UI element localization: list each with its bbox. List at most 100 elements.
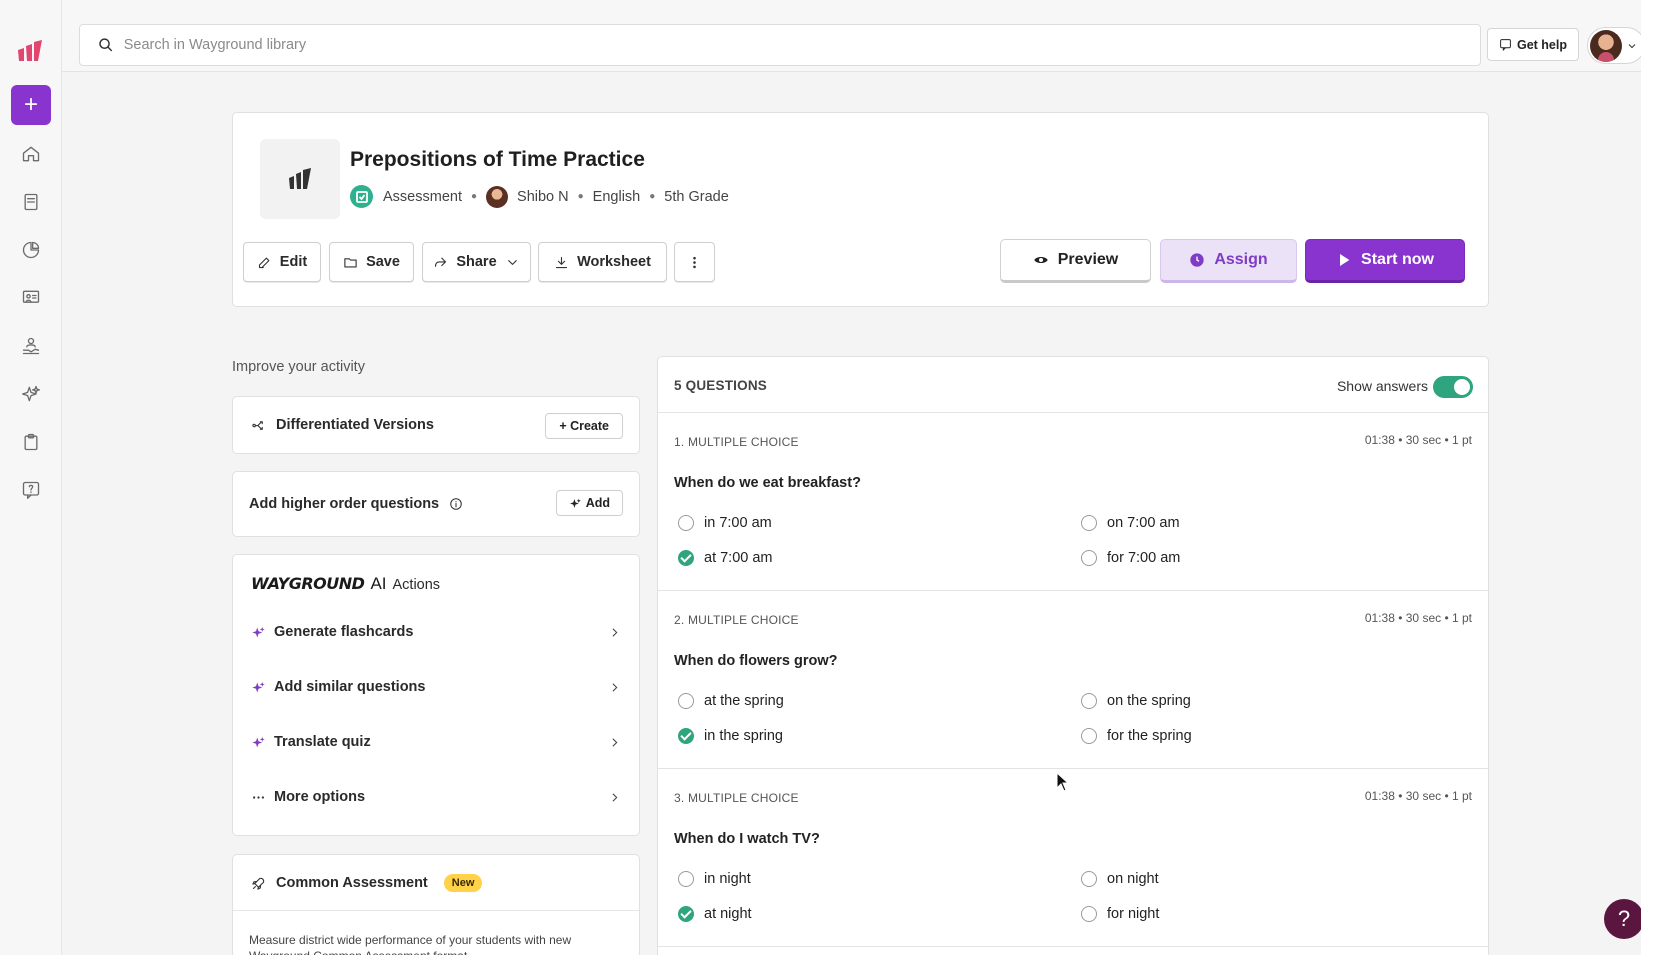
assign-label: Assign xyxy=(1214,251,1268,268)
check-circle-icon xyxy=(678,906,694,922)
option-label: on the spring xyxy=(1107,693,1191,709)
option-label: for night xyxy=(1107,906,1160,922)
answer-option: for 7:00 am xyxy=(1081,550,1180,566)
question-type: 3. MULTIPLE CHOICE xyxy=(674,791,799,805)
question-card[interactable]: 3. MULTIPLE CHOICE 01:38 • 30 sec • 1 pt… xyxy=(658,769,1488,947)
chevron-right-icon xyxy=(612,737,618,747)
help-fab-button[interactable]: ? xyxy=(1604,899,1641,939)
branch-icon xyxy=(252,420,263,430)
ai-actions-card: WAYGROUND AI Actions Generate flashcards… xyxy=(232,554,640,836)
option-label: in 7:00 am xyxy=(704,515,772,531)
higher-order-questions-label: Add higher order questions xyxy=(249,496,440,512)
search-box[interactable] xyxy=(79,24,1481,66)
worksheet-label: Worksheet xyxy=(577,254,651,270)
share-button[interactable]: Share xyxy=(422,242,531,282)
option-label: for 7:00 am xyxy=(1107,550,1181,566)
assessment-icon xyxy=(350,185,373,208)
check-circle-icon xyxy=(678,728,694,744)
chat-help-icon xyxy=(1500,39,1511,51)
question-type: 1. MULTIPLE CHOICE xyxy=(674,435,799,449)
save-button[interactable]: Save xyxy=(329,242,414,282)
wayground-mark-icon xyxy=(289,168,311,189)
question-count: 5 QUESTIONS xyxy=(674,378,767,393)
sidebar-item-library[interactable] xyxy=(19,190,43,214)
home-icon xyxy=(22,146,40,162)
sparkle-icon xyxy=(252,626,265,637)
create-version-button[interactable]: + Create xyxy=(545,413,623,439)
common-assessment-card[interactable]: Common Assessment New Measure district w… xyxy=(232,854,640,955)
option-label: on 7:00 am xyxy=(1107,515,1180,531)
common-assessment-label: Common Assessment xyxy=(276,875,428,891)
answer-option: on 7:00 am xyxy=(1081,515,1180,531)
show-answers-toggle[interactable] xyxy=(1433,376,1473,398)
sidebar-item-reports[interactable] xyxy=(19,238,43,262)
differentiated-versions-card: Differentiated Versions + Create xyxy=(232,396,640,454)
edit-icon xyxy=(258,257,270,268)
edit-button[interactable]: Edit xyxy=(243,242,321,282)
question-card[interactable]: 1. MULTIPLE CHOICE 01:38 • 30 sec • 1 pt… xyxy=(658,413,1488,591)
sidebar-item-assessments[interactable] xyxy=(19,430,43,454)
clock-icon xyxy=(1190,253,1204,267)
info-icon[interactable] xyxy=(449,497,463,511)
chevron-right-icon xyxy=(612,627,618,637)
sidebar-item-home[interactable] xyxy=(19,142,43,166)
translate-quiz-action[interactable]: Translate quiz xyxy=(251,722,621,762)
quiz-meta: Assessment ● Shibo N ● English ● 5th Gra… xyxy=(350,185,729,208)
radio-icon xyxy=(1081,871,1097,887)
question-card[interactable]: 2. MULTIPLE CHOICE 01:38 • 30 sec • 1 pt… xyxy=(658,591,1488,769)
add-similar-questions-action[interactable]: Add similar questions xyxy=(251,667,621,707)
wayground-logo[interactable] xyxy=(16,40,44,62)
search-input[interactable] xyxy=(123,37,1480,53)
top-bar: Get help xyxy=(62,0,1641,72)
page-title: Prepositions of Time Practice xyxy=(350,148,645,171)
sidebar-item-feedback[interactable] xyxy=(19,478,43,502)
more-options-action[interactable]: More options xyxy=(251,777,621,817)
separator-dot: ● xyxy=(470,191,478,202)
worksheet-button[interactable]: Worksheet xyxy=(538,242,667,282)
ai-action-label: Translate quiz xyxy=(274,734,371,750)
author-avatar xyxy=(486,185,509,208)
differentiated-versions-title: Differentiated Versions xyxy=(251,417,434,433)
more-options-button[interactable] xyxy=(674,242,715,282)
sidebar-item-students[interactable] xyxy=(19,334,43,358)
answer-option: for night xyxy=(1081,906,1159,922)
radio-icon xyxy=(1081,906,1097,922)
sparkle-icon xyxy=(252,681,265,692)
answer-option-correct: at 7:00 am xyxy=(678,550,773,566)
option-label: at the spring xyxy=(704,693,784,709)
generate-flashcards-action[interactable]: Generate flashcards xyxy=(251,612,621,652)
account-menu[interactable] xyxy=(1587,27,1641,64)
share-label: Share xyxy=(456,254,497,270)
option-label: for the spring xyxy=(1107,728,1192,744)
question-text: When do we eat breakfast? xyxy=(674,475,861,491)
questions-panel: 5 QUESTIONS Show answers 1. MULTIPLE CHO… xyxy=(657,356,1489,955)
preview-button[interactable]: Preview xyxy=(1000,239,1151,283)
edit-label: Edit xyxy=(279,254,308,270)
option-label: in night xyxy=(704,871,751,887)
answer-option-correct: at night xyxy=(678,906,752,922)
sidebar-item-classes[interactable] xyxy=(19,286,43,310)
answer-option-correct: in the spring xyxy=(678,728,783,744)
wayground-wordmark: WAYGROUND xyxy=(251,574,365,593)
divider xyxy=(233,910,639,911)
improve-activity-heading: Improve your activity xyxy=(232,359,365,375)
rocket-icon xyxy=(252,877,265,890)
more-vertical-icon xyxy=(693,256,696,268)
option-label: on night xyxy=(1107,871,1159,887)
create-new-button[interactable]: + xyxy=(11,85,51,125)
eye-icon xyxy=(1034,257,1048,263)
start-now-button[interactable]: Start now xyxy=(1305,239,1465,283)
get-help-label: Get help xyxy=(1516,37,1567,52)
chevron-down-icon xyxy=(507,259,517,265)
assign-button[interactable]: Assign xyxy=(1160,239,1297,283)
add-hoq-button[interactable]: Add xyxy=(555,490,623,516)
ai-actions-header: WAYGROUND AI Actions xyxy=(251,574,440,594)
pie-chart-icon xyxy=(22,241,40,259)
get-help-button[interactable]: Get help xyxy=(1487,28,1579,61)
sidebar-item-ai[interactable] xyxy=(19,382,43,406)
avatar xyxy=(1590,29,1622,62)
quiz-header-card: Prepositions of Time Practice Assessment… xyxy=(232,112,1489,307)
quiz-author[interactable]: Shibo N xyxy=(517,189,569,205)
quiz-grade: 5th Grade xyxy=(664,188,729,205)
question-text: When do flowers grow? xyxy=(674,653,838,669)
